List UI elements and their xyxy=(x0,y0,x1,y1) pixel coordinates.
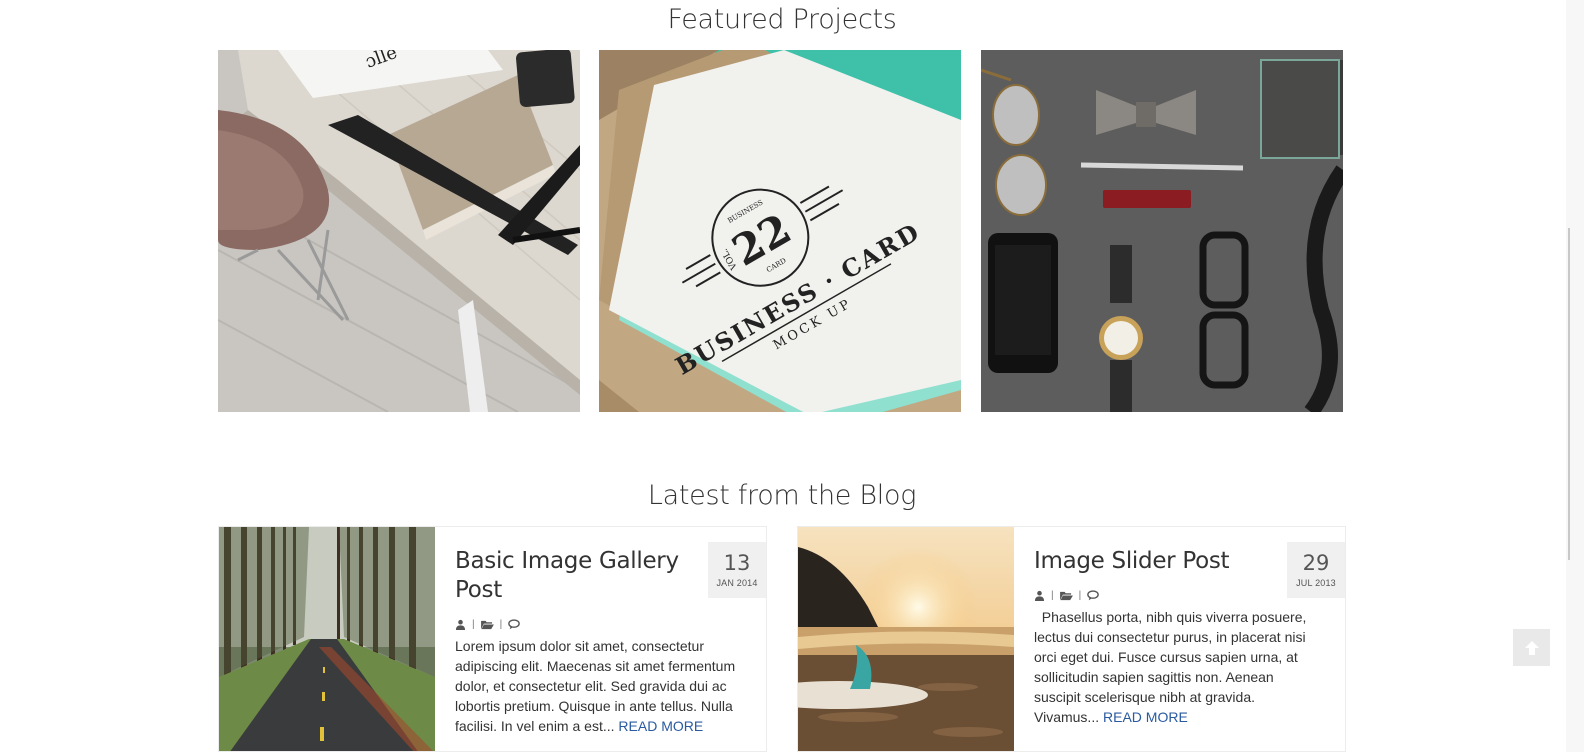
latest-blog-heading: Latest from the Blog xyxy=(647,480,917,511)
post-excerpt: Phasellus porta, nibh quis viverra posue… xyxy=(1034,607,1320,727)
folder-open-icon[interactable] xyxy=(480,619,494,630)
blog-post-card: 29 JUL 2013 Image Slider Post | | Phasel… xyxy=(797,526,1346,752)
meta-separator: | xyxy=(499,619,503,630)
project-thumbnail-accessories[interactable] xyxy=(981,50,1343,412)
accessories-flatlay-image xyxy=(981,50,1343,412)
comments-icon[interactable] xyxy=(508,619,521,630)
folder-open-icon[interactable] xyxy=(1059,590,1073,601)
post-thumbnail-beach-surfboard[interactable] xyxy=(798,527,1014,751)
post-title-link[interactable]: Basic Image Gallery Post xyxy=(455,547,691,605)
post-excerpt: Lorem ipsum dolor sit amet, consectetur … xyxy=(455,636,741,736)
page-scrollbar-thumb[interactable] xyxy=(1568,228,1570,560)
meta-separator: | xyxy=(1078,590,1082,601)
project-thumbnail-business-card[interactable]: 22 BUSINESS CARD VOL. BUSINESS · CARD MO… xyxy=(599,50,961,412)
beach-surfboard-image xyxy=(798,527,1014,751)
post-excerpt-text: Phasellus porta, nibh quis viverra posue… xyxy=(1034,609,1307,725)
business-card-image: 22 BUSINESS CARD VOL. BUSINESS · CARD MO… xyxy=(599,50,961,412)
forest-road-image xyxy=(219,527,435,751)
post-meta: | | xyxy=(455,619,745,630)
post-meta: | | xyxy=(1034,590,1324,601)
blog-post-card: 13 JAN 2014 Basic Image Gallery Post | |… xyxy=(218,526,767,752)
desk-workspace-image: ɔlle xyxy=(218,50,580,412)
meta-separator: | xyxy=(472,619,475,630)
read-more-link[interactable]: READ MORE xyxy=(618,718,703,734)
read-more-link[interactable]: READ MORE xyxy=(1103,709,1188,725)
project-thumbnail-desk[interactable]: ɔlle xyxy=(218,50,580,412)
arrow-up-icon xyxy=(1524,640,1539,655)
meta-separator: | xyxy=(1051,590,1054,601)
post-thumbnail-forest-road[interactable] xyxy=(219,527,435,751)
featured-projects-heading: Featured Projects xyxy=(667,4,897,35)
scroll-to-top-button[interactable] xyxy=(1513,629,1550,666)
comments-icon[interactable] xyxy=(1087,590,1100,601)
post-title-link[interactable]: Image Slider Post xyxy=(1034,547,1270,576)
user-icon[interactable] xyxy=(1034,590,1045,601)
user-icon[interactable] xyxy=(455,619,466,630)
